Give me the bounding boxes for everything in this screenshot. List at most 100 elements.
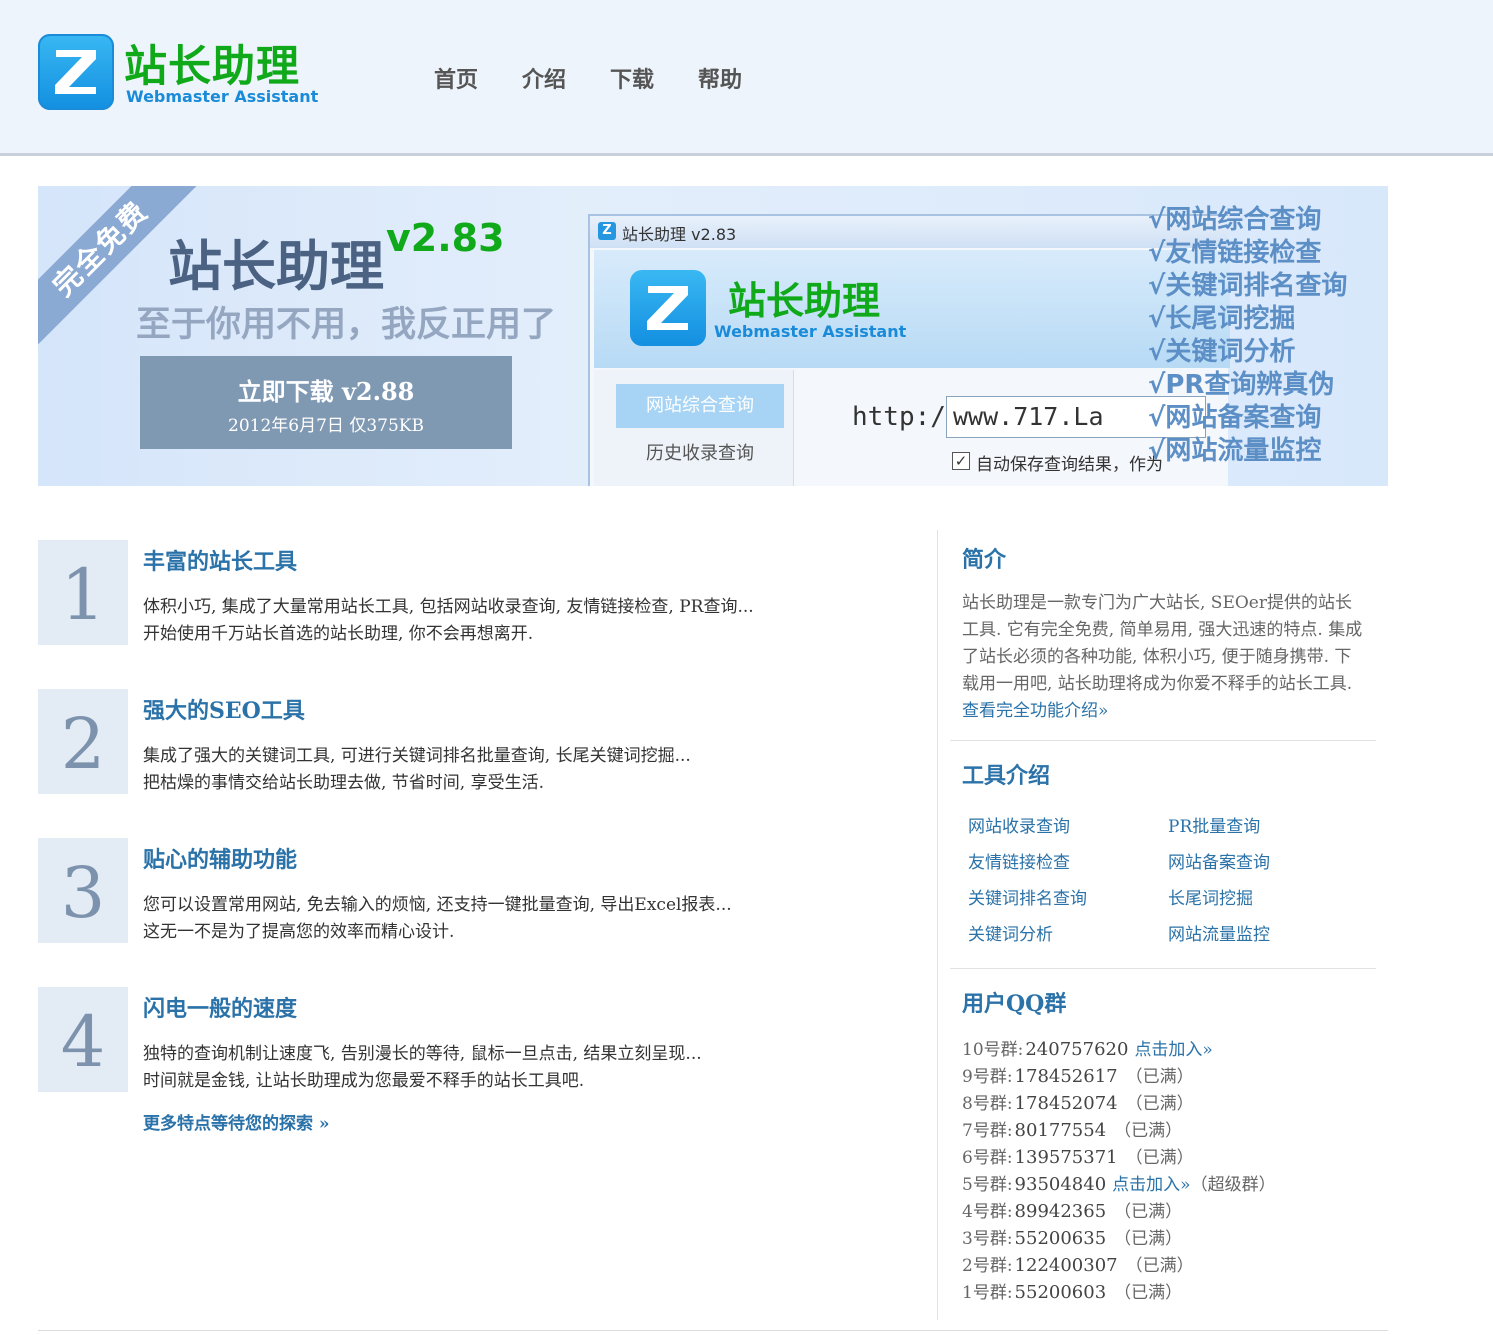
tool-link[interactable]: 网站收录查询 — [968, 812, 1070, 837]
app-logo-text-cn: 站长助理 — [728, 279, 881, 323]
qq-group-row: 1号群: 55200603 （已满） — [962, 1278, 1382, 1305]
banner-feature-item: √友情链接检查 — [1148, 238, 1322, 268]
feature-desc: 独特的查询机制让速度飞, 告别漫长的等待, 鼠标一旦点击, 结果立刻呈现... — [143, 1044, 702, 1064]
app-tab-site-query: 网站综合查询 — [616, 384, 784, 428]
intro-heading: 简介 — [962, 547, 1007, 573]
banner-feature-list: √网站综合查询 √友情链接检查 √关键词排名查询 √长尾词挖掘 √关键词分析 √… — [1148, 204, 1347, 468]
app-checkbox-icon: ✓ — [952, 452, 970, 470]
qq-group-number: 139575371 — [1014, 1147, 1118, 1168]
feature-title: 丰富的站长工具 — [143, 549, 298, 575]
qq-group-label: 8号群: — [962, 1094, 1013, 1114]
qq-group-number: 178452617 — [1014, 1066, 1118, 1087]
intro-text: 站长助理是一款专门为广大站长, SEOer提供的站长工具. 它有完全免费, 简单… — [962, 590, 1367, 725]
qq-group-row: 10号群: 240757620 点击加入» — [962, 1035, 1382, 1062]
qq-group-label: 2号群: — [962, 1256, 1013, 1276]
app-sidebar: 网站综合查询 历史收录查询 — [594, 370, 794, 486]
tool-link[interactable]: 友情链接检查 — [968, 848, 1070, 873]
qq-group-status: （已满） — [1114, 1202, 1183, 1222]
section-divider — [950, 740, 1376, 741]
qq-group-label: 7号群: — [962, 1121, 1013, 1141]
more-features-link[interactable]: 更多特点等待您的探索 » — [143, 1109, 330, 1134]
download-button[interactable]: 立即下载 v2.88 2012年6月7日 仅375KB — [140, 356, 512, 449]
download-button-label: 立即下载 v2.88 — [237, 377, 415, 406]
hero-banner: 完全免费 站长助理 v2.83 至于你用不用，我反正用了 立即下载 v2.88 … — [38, 186, 1388, 486]
qq-group-status: （已满） — [1114, 1283, 1183, 1303]
tool-link[interactable]: 长尾词挖掘 — [1168, 884, 1253, 909]
app-title-z-icon: Z — [598, 222, 616, 240]
nav-home[interactable]: 首页 — [434, 62, 478, 94]
tool-link[interactable]: 关键词分析 — [968, 920, 1053, 945]
feature-desc: 您可以设置常用网站, 免去输入的烦恼, 还支持一键批量查询, 导出Excel报表… — [143, 895, 732, 915]
banner-feature-item: √关键词分析 — [1148, 337, 1296, 367]
app-tab-history: 历史收录查询 — [646, 443, 754, 464]
qq-group-row: 3号群: 55200635 （已满） — [962, 1224, 1382, 1251]
nav-download[interactable]: 下载 — [610, 62, 654, 94]
banner-version: v2.83 — [386, 216, 505, 260]
feature-desc: 这无一不是为了提高您的效率而精心设计. — [143, 922, 455, 942]
feature-item: 2 强大的SEO工具 集成了强大的关键词工具, 可进行关键词排名批量查询, 长尾… — [38, 689, 918, 838]
intro-more-link[interactable]: 查看完全功能介绍» — [962, 701, 1108, 721]
qq-group-number: 122400307 — [1014, 1255, 1118, 1276]
app-logo-z-icon — [630, 270, 706, 346]
feature-title: 闪电一般的速度 — [143, 996, 298, 1022]
feature-number: 1 — [38, 540, 128, 645]
qq-group-status: （已满） — [1125, 1256, 1194, 1276]
app-titlebar: Z 站长助理 v2.83 — [590, 216, 1228, 248]
qq-group-row: 6号群: 139575371 （已满） — [962, 1143, 1382, 1170]
site-logo[interactable]: 站长助理 Webmaster Assistant — [38, 32, 318, 112]
tool-link[interactable]: 网站备案查询 — [1168, 848, 1270, 873]
qq-group-number: 55200603 — [1014, 1282, 1107, 1303]
nav-help[interactable]: 帮助 — [698, 62, 742, 94]
feature-title: 强大的SEO工具 — [143, 698, 305, 724]
qq-heading: 用户QQ群 — [962, 991, 1067, 1017]
banner-title: 站长助理 — [168, 235, 384, 298]
feature-number: 4 — [38, 987, 128, 1092]
section-divider — [950, 968, 1376, 969]
qq-group-status: （已满） — [1125, 1094, 1194, 1114]
qq-group-row: 5号群: 93504840 点击加入»（超级群） — [962, 1170, 1382, 1197]
qq-group-row: 4号群: 89942365 （已满） — [962, 1197, 1382, 1224]
nav-intro[interactable]: 介绍 — [522, 62, 566, 94]
qq-group-number: 55200635 — [1014, 1228, 1107, 1249]
tool-link[interactable]: 关键词排名查询 — [968, 884, 1087, 909]
banner-feature-item: √网站备案查询 — [1148, 403, 1322, 433]
qq-group-row: 7号群: 80177554 （已满） — [962, 1116, 1382, 1143]
qq-group-status: （已满） — [1114, 1229, 1183, 1249]
qq-group-number: 89942365 — [1014, 1201, 1107, 1222]
intro-body: 站长助理是一款专门为广大站长, SEOer提供的站长工具. 它有完全免费, 简单… — [962, 593, 1363, 694]
download-button-meta: 2012年6月7日 仅375KB — [228, 416, 424, 436]
banner-feature-item: √关键词排名查询 — [1148, 271, 1348, 301]
banner-feature-item: √网站流量监控 — [1148, 436, 1322, 466]
qq-group-status: （已满） — [1114, 1121, 1183, 1141]
qq-group-label: 5号群: — [962, 1175, 1013, 1195]
qq-group-row: 2号群: 122400307 （已满） — [962, 1251, 1382, 1278]
feature-desc: 体积小巧, 集成了大量常用站长工具, 包括网站收录查询, 友情链接检查, PR查… — [143, 597, 754, 617]
qq-group-label: 4号群: — [962, 1202, 1013, 1222]
qq-group-status: （已满） — [1125, 1067, 1194, 1087]
feature-desc: 把枯燥的事情交给站长助理去做, 节省时间, 享受生活. — [143, 773, 545, 793]
qq-group-number: 178452074 — [1014, 1093, 1118, 1114]
banner-feature-item: √网站综合查询 — [1148, 205, 1322, 235]
app-logo-text-en: Webmaster Assistant — [714, 322, 907, 341]
qq-group-list: 10号群: 240757620 点击加入» 9号群: 178452617 （已满） 8号… — [962, 1035, 1382, 1305]
feature-desc: 时间就是金钱, 让站长助理成为您最爱不释手的站长工具吧. — [143, 1071, 585, 1091]
qq-group-label: 6号群: — [962, 1148, 1013, 1168]
footer-divider — [38, 1330, 1388, 1331]
feature-item: 3 贴心的辅助功能 您可以设置常用网站, 免去输入的烦恼, 还支持一键批量查询,… — [38, 838, 918, 987]
qq-group-status: （已满） — [1125, 1148, 1194, 1168]
tools-heading: 工具介绍 — [962, 763, 1051, 789]
tool-link[interactable]: 网站流量监控 — [1168, 920, 1270, 945]
logo-text-en: Webmaster Assistant — [126, 87, 319, 106]
qq-group-number: 93504840 — [1014, 1174, 1107, 1195]
qq-join-link[interactable]: 点击加入» — [1112, 1175, 1190, 1195]
feature-desc: 开始使用千万站长首选的站长助理, 你不会再想离开. — [143, 624, 534, 644]
feature-desc: 集成了强大的关键词工具, 可进行关键词排名批量查询, 长尾关键词挖掘... — [143, 746, 691, 766]
qq-group-number: 80177554 — [1014, 1120, 1107, 1141]
qq-group-status: （超级群） — [1190, 1175, 1276, 1195]
feature-number: 2 — [38, 689, 128, 794]
qq-join-link[interactable]: 点击加入» — [1134, 1040, 1212, 1060]
feature-item: 1 丰富的站长工具 体积小巧, 集成了大量常用站长工具, 包括网站收录查询, 友… — [38, 540, 918, 689]
tool-link[interactable]: PR批量查询 — [1168, 812, 1260, 837]
feature-section: 1 丰富的站长工具 体积小巧, 集成了大量常用站长工具, 包括网站收录查询, 友… — [38, 540, 918, 1136]
app-checkbox-label: 自动保存查询结果，作为 — [976, 455, 1163, 475]
